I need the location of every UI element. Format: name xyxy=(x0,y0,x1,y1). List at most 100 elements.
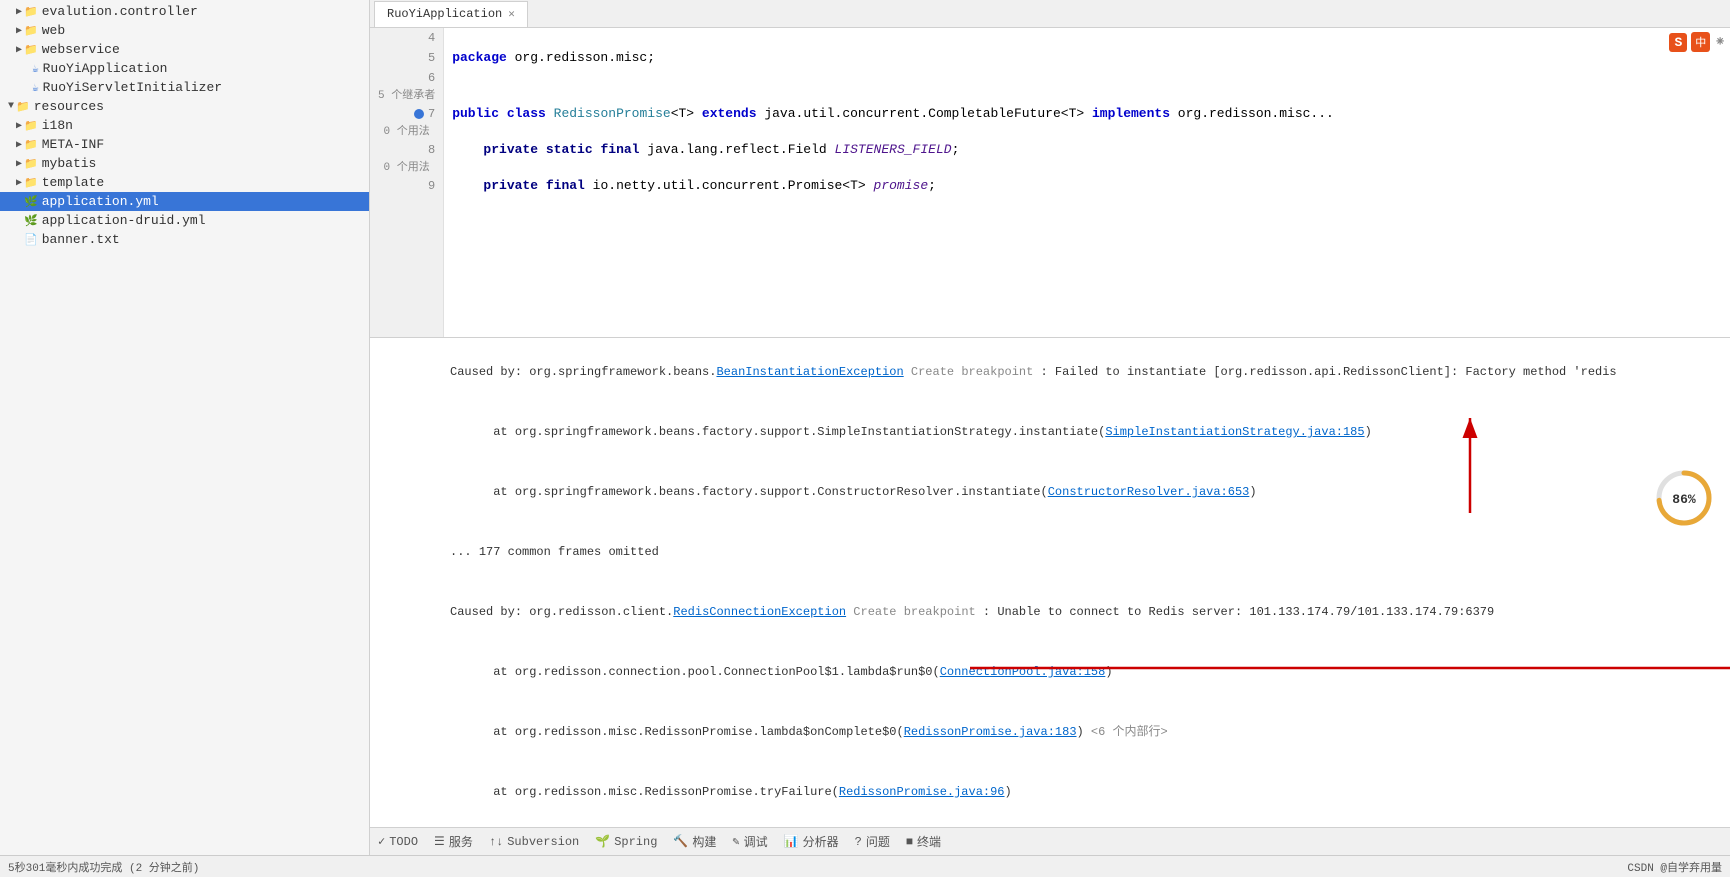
sidebar-item-i18n[interactable]: ▶ 📁 i18n xyxy=(0,116,369,135)
problems-icon: ? xyxy=(855,835,862,849)
link-redisson-promise-183a[interactable]: RedissonPromise.java:183 xyxy=(904,725,1077,739)
toolbar-services[interactable]: ☰ 服务 xyxy=(434,833,473,850)
tree-arrow-webservice: ▶ xyxy=(16,44,22,56)
sidebar-item-mybatis[interactable]: ▶ 📁 mybatis xyxy=(0,154,369,173)
code-line-4 xyxy=(452,28,1722,48)
toolbar-debug[interactable]: ✎ 调试 xyxy=(732,833,767,850)
debug-icon: ✎ xyxy=(732,834,739,849)
toolbar-build[interactable]: 🔨 构建 xyxy=(673,833,716,850)
sidebar-label-ruoyi-app: RuoYiApplication xyxy=(43,61,168,76)
line-num-7: 7 xyxy=(378,104,435,124)
code-editor[interactable]: S 中 ⁕ 4 5 6 5 个继承者 7 0 个用法 8 0 个用法 9 xyxy=(370,28,1730,337)
link-redis-connection[interactable]: RedisConnectionException xyxy=(673,605,846,619)
debug-label: 调试 xyxy=(744,833,768,850)
status-csdn: CSDN @自学弃用量 xyxy=(1627,859,1722,875)
status-bar: 5秒301毫秒内成功完成 (2 分钟之前) CSDN @自学弃用量 xyxy=(0,855,1730,877)
sidebar-item-meta-inf[interactable]: ▶ 📁 META-INF xyxy=(0,135,369,154)
code-line-5: package org.redisson.misc; xyxy=(452,48,1722,68)
toolbar-subversion[interactable]: ↑↓ Subversion xyxy=(489,835,579,849)
sidebar-label-app-yml: application.yml xyxy=(42,194,159,209)
sidebar-label-webservice: webservice xyxy=(42,42,120,57)
tree-arrow-web: ▶ xyxy=(16,25,22,37)
toolbar-spring[interactable]: 🌱 Spring xyxy=(595,834,657,849)
line-num-6: 6 xyxy=(378,68,435,88)
progress-svg: 86% xyxy=(1654,468,1714,528)
tree-arrow-resources: ▼ xyxy=(8,101,14,112)
link-redisson-promise-96a[interactable]: RedissonPromise.java:96 xyxy=(839,785,1005,799)
code-area: RuoYiApplication ✕ S 中 ⁕ 4 5 6 5 个继承者 7 xyxy=(370,0,1730,855)
console-area: Caused by: org.springframework.beans.Bea… xyxy=(370,337,1730,827)
build-icon: 🔨 xyxy=(673,834,688,849)
sidebar-item-ruoyi-servlet[interactable]: ☕ RuoYiServletInitializer xyxy=(0,78,369,97)
s-icon: S xyxy=(1669,33,1687,52)
sidebar-item-webservice[interactable]: ▶ 📁 webservice xyxy=(0,40,369,59)
tree-arrow-meta: ▶ xyxy=(16,139,22,151)
link-bean-instantiation[interactable]: BeanInstantiationException xyxy=(716,365,903,379)
sidebar-label-druid-yml: application-druid.yml xyxy=(42,213,206,228)
java-icon-ruoyi-app: ☕ xyxy=(32,62,39,76)
sidebar-label-banner: banner.txt xyxy=(42,232,120,247)
sidebar-label-meta: META-INF xyxy=(42,137,104,152)
console-line-8: at org.redisson.misc.RedissonPromise.try… xyxy=(378,762,1722,822)
link-connection-pool-158[interactable]: ConnectionPool.java:158 xyxy=(940,665,1106,679)
tree-arrow-i18n: ▶ xyxy=(16,120,22,132)
svg-text:86%: 86% xyxy=(1672,492,1696,507)
folder-icon-template: 📁 xyxy=(24,176,38,190)
tab-ruoyi-app[interactable]: RuoYiApplication ✕ xyxy=(374,1,528,27)
console-content[interactable]: Caused by: org.springframework.beans.Bea… xyxy=(370,338,1730,827)
line-num-4: 4 xyxy=(378,28,435,48)
sidebar-item-ruoyi-app[interactable]: ☕ RuoYiApplication xyxy=(0,59,369,78)
tab-label: RuoYiApplication xyxy=(387,7,502,21)
code-line-9: private final io.netty.util.concurrent.P… xyxy=(452,176,1722,196)
code-content: package org.redisson.misc; public class … xyxy=(444,28,1730,337)
folder-icon-webservice: 📁 xyxy=(24,43,38,57)
java-icon-servlet: ☕ xyxy=(32,81,39,95)
sidebar-item-application-yml[interactable]: 🌿 application.yml xyxy=(0,192,369,211)
progress-circle: 86% xyxy=(1654,468,1714,528)
services-icon: ☰ xyxy=(434,834,445,849)
line-num-8: 8 xyxy=(378,140,435,160)
problems-label: 问题 xyxy=(866,833,890,850)
toolbar-terminal[interactable]: ■ 终端 xyxy=(906,833,941,850)
console-line-5: Caused by: org.redisson.client.RedisConn… xyxy=(378,582,1722,642)
console-line-9: at org.redisson.connection.pool.Connecti… xyxy=(378,822,1722,827)
line-num-7-hint: 5 个继承者 xyxy=(378,88,435,104)
terminal-label: 终端 xyxy=(917,833,941,850)
console-line-1: Caused by: org.springframework.beans.Bea… xyxy=(378,342,1722,402)
tree-arrow-mybatis: ▶ xyxy=(16,158,22,170)
folder-icon-mybatis: 📁 xyxy=(24,157,38,171)
status-right: CSDN @自学弃用量 xyxy=(1627,859,1722,875)
tree-arrow-evalution: ▶ xyxy=(16,6,22,18)
profiler-label: 分析器 xyxy=(803,833,839,850)
line-num-9-hint: 0 个用法 xyxy=(378,160,435,176)
toolbar-todo[interactable]: ✓ TODO xyxy=(378,834,418,849)
code-line-6 xyxy=(452,68,1722,88)
sidebar-item-druid-yml[interactable]: 🌿 application-druid.yml xyxy=(0,211,369,230)
console-line-4: ... 177 common frames omitted xyxy=(378,522,1722,582)
sidebar-label-web: web xyxy=(42,23,65,38)
sidebar-label-mybatis: mybatis xyxy=(42,156,97,171)
console-line-6: at org.redisson.connection.pool.Connecti… xyxy=(378,642,1722,702)
tab-close-btn[interactable]: ✕ xyxy=(508,7,515,21)
link-constructor-resolver[interactable]: ConstructorResolver.java:653 xyxy=(1048,485,1250,499)
sidebar-item-evalution-controller[interactable]: ▶ 📁 evalution.controller xyxy=(0,2,369,21)
sidebar-label-i18n: i18n xyxy=(42,118,73,133)
top-icons: S 中 ⁕ xyxy=(1669,32,1726,52)
console-line-2: at org.springframework.beans.factory.sup… xyxy=(378,402,1722,462)
terminal-icon: ■ xyxy=(906,835,913,849)
sidebar-item-banner-txt[interactable]: 📄 banner.txt xyxy=(0,230,369,249)
link-simple-instantiation[interactable]: SimpleInstantiationStrategy.java:185 xyxy=(1105,425,1364,439)
asterisk-icon: ⁕ xyxy=(1714,34,1726,51)
code-line-8: private static final java.lang.reflect.F… xyxy=(452,140,1722,160)
main-container: ▶ 📁 evalution.controller ▶ 📁 web ▶ 📁 web… xyxy=(0,0,1730,855)
sidebar-item-web[interactable]: ▶ 📁 web xyxy=(0,21,369,40)
sidebar-item-resources[interactable]: ▼ 📁 resources xyxy=(0,97,369,116)
subversion-icon: ↑↓ xyxy=(489,835,503,849)
folder-icon-meta: 📁 xyxy=(24,138,38,152)
tab-bar: RuoYiApplication ✕ xyxy=(370,0,1730,28)
hint-0-usages-8 xyxy=(452,124,1722,140)
toolbar-problems[interactable]: ? 问题 xyxy=(855,833,890,850)
sidebar-item-template[interactable]: ▶ 📁 template xyxy=(0,173,369,192)
toolbar-profiler[interactable]: 📊 分析器 xyxy=(784,833,839,850)
line-num-5: 5 xyxy=(378,48,435,68)
